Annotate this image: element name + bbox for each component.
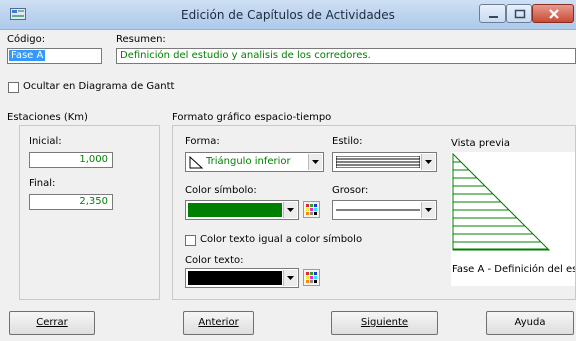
forma-label: Forma: [185, 136, 220, 147]
chevron-down-icon [287, 208, 294, 212]
color-texto-dropdown-button[interactable] [283, 270, 297, 286]
anterior-button[interactable]: Anterior [183, 311, 254, 335]
close-icon [549, 9, 559, 19]
minimize-icon [489, 16, 498, 18]
line-style-preview [336, 156, 420, 168]
ayuda-label: Ayuda [514, 317, 546, 328]
close-button[interactable] [532, 4, 574, 23]
siguiente-button[interactable]: Siguiente [331, 311, 438, 335]
line-thickness-preview [336, 209, 420, 211]
estilo-dropdown-button[interactable] [421, 154, 435, 170]
forma-select[interactable]: Triángulo inferior [185, 152, 324, 172]
minimize-button[interactable] [479, 4, 506, 23]
codigo-field[interactable]: Fase A [7, 48, 102, 64]
grosor-label: Grosor: [332, 185, 369, 196]
cerrar-label: Cerrar [36, 317, 68, 328]
color-texto-palette-button[interactable] [303, 269, 320, 286]
color-texto-label: Color texto: [185, 255, 244, 266]
vista-previa-caption: Fase A - Definición del estudi [452, 264, 575, 275]
chevron-down-icon [425, 208, 432, 212]
color-simbolo-select[interactable] [185, 200, 299, 220]
formato-legend: Formato gráfico espacio-tiempo [172, 112, 332, 123]
codigo-value: Fase A [9, 50, 46, 61]
chevron-down-icon [312, 160, 319, 164]
estaciones-legend: Estaciones (Km) [7, 112, 88, 123]
anterior-label: Anterior [198, 317, 239, 328]
color-texto-select[interactable] [185, 268, 299, 288]
vista-previa-label: Vista previa [451, 138, 511, 149]
palette-icon [306, 204, 317, 215]
forma-value: Triángulo inferior [206, 156, 291, 167]
codigo-label: Código: [7, 34, 46, 45]
siguiente-label: Siguiente [360, 317, 409, 328]
grosor-select[interactable] [332, 200, 437, 220]
color-igual-label: Color texto igual a color símbolo [200, 234, 363, 245]
resumen-field[interactable]: Definición del estudio y analisis de los… [116, 48, 576, 64]
triangle-icon [189, 156, 203, 169]
cerrar-button[interactable]: Cerrar [9, 311, 95, 335]
chevron-down-icon [425, 160, 432, 164]
ocultar-gantt-checkbox[interactable] [8, 82, 19, 93]
inicial-label: Inicial: [29, 136, 62, 147]
estilo-label: Estilo: [332, 136, 363, 147]
estilo-select[interactable] [332, 152, 437, 172]
vista-previa-panel: Fase A - Definición del estudi [451, 152, 575, 286]
resumen-label: Resumen: [116, 34, 166, 45]
palette-icon [306, 272, 317, 283]
triangle-preview [452, 152, 551, 251]
color-simbolo-swatch [188, 203, 282, 217]
forma-dropdown-button[interactable] [308, 154, 322, 170]
inicial-field[interactable]: 1,000 [29, 152, 113, 168]
color-simbolo-dropdown-button[interactable] [283, 202, 297, 218]
final-label: Final: [29, 178, 56, 189]
color-igual-checkbox[interactable] [185, 235, 196, 246]
color-texto-swatch [188, 271, 282, 285]
title-bar[interactable]: Edición de Capítulos de Actividades [0, 0, 576, 30]
chevron-down-icon [287, 276, 294, 280]
ayuda-button[interactable]: Ayuda [486, 311, 574, 335]
ocultar-gantt-label: Ocultar en Diagrama de Gantt [23, 81, 175, 92]
color-simbolo-palette-button[interactable] [303, 201, 320, 218]
grosor-dropdown-button[interactable] [421, 202, 435, 218]
color-simbolo-label: Color símbolo: [185, 185, 257, 196]
maximize-button[interactable] [506, 4, 532, 23]
final-field[interactable]: 2,350 [29, 194, 113, 210]
maximize-icon [514, 9, 526, 19]
